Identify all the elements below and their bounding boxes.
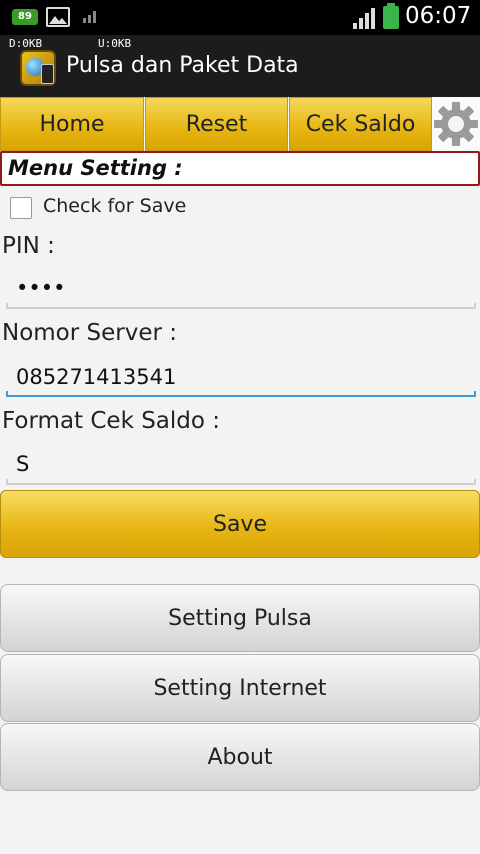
status-bar: 89 06:07 [0, 0, 480, 35]
setting-internet-button[interactable]: Setting Internet [0, 654, 480, 722]
battery-badge-icon: 89 [12, 9, 38, 25]
gallery-icon [46, 7, 70, 27]
signal-small-icon [83, 11, 96, 23]
traffic-down: D:0KB [9, 37, 43, 50]
check-for-save-checkbox[interactable] [10, 197, 32, 219]
format-input-underline [6, 479, 476, 485]
check-for-save-label: Check for Save [43, 195, 187, 217]
tab-bar: Home Reset Cek Saldo [0, 97, 480, 151]
format-label: Format Cek Saldo : [2, 408, 221, 434]
pin-label: PIN : [2, 233, 55, 259]
section-title: Menu Setting : [0, 151, 480, 186]
tab-cek-saldo[interactable]: Cek Saldo [289, 97, 432, 151]
battery-icon [383, 3, 399, 29]
server-input-underline [6, 391, 476, 397]
about-button[interactable]: About [0, 723, 480, 791]
clock: 06:07 [405, 3, 472, 29]
pin-input[interactable]: •••• [4, 268, 474, 308]
pin-input-underline [6, 303, 476, 309]
signal-icon [353, 8, 375, 29]
server-label: Nomor Server : [2, 320, 178, 346]
setting-pulsa-button[interactable]: Setting Pulsa [0, 584, 480, 652]
gear-icon[interactable] [432, 99, 480, 149]
save-button[interactable]: Save [0, 490, 480, 558]
traffic-up: U:0KB [98, 37, 132, 50]
app-logo-icon [20, 50, 56, 86]
tab-home[interactable]: Home [0, 97, 144, 151]
format-input[interactable]: S [4, 444, 474, 484]
app-title: Pulsa dan Paket Data [66, 53, 299, 78]
tab-reset[interactable]: Reset [145, 97, 288, 151]
app-bar: D:0KB U:0KB Pulsa dan Paket Data [0, 35, 480, 97]
